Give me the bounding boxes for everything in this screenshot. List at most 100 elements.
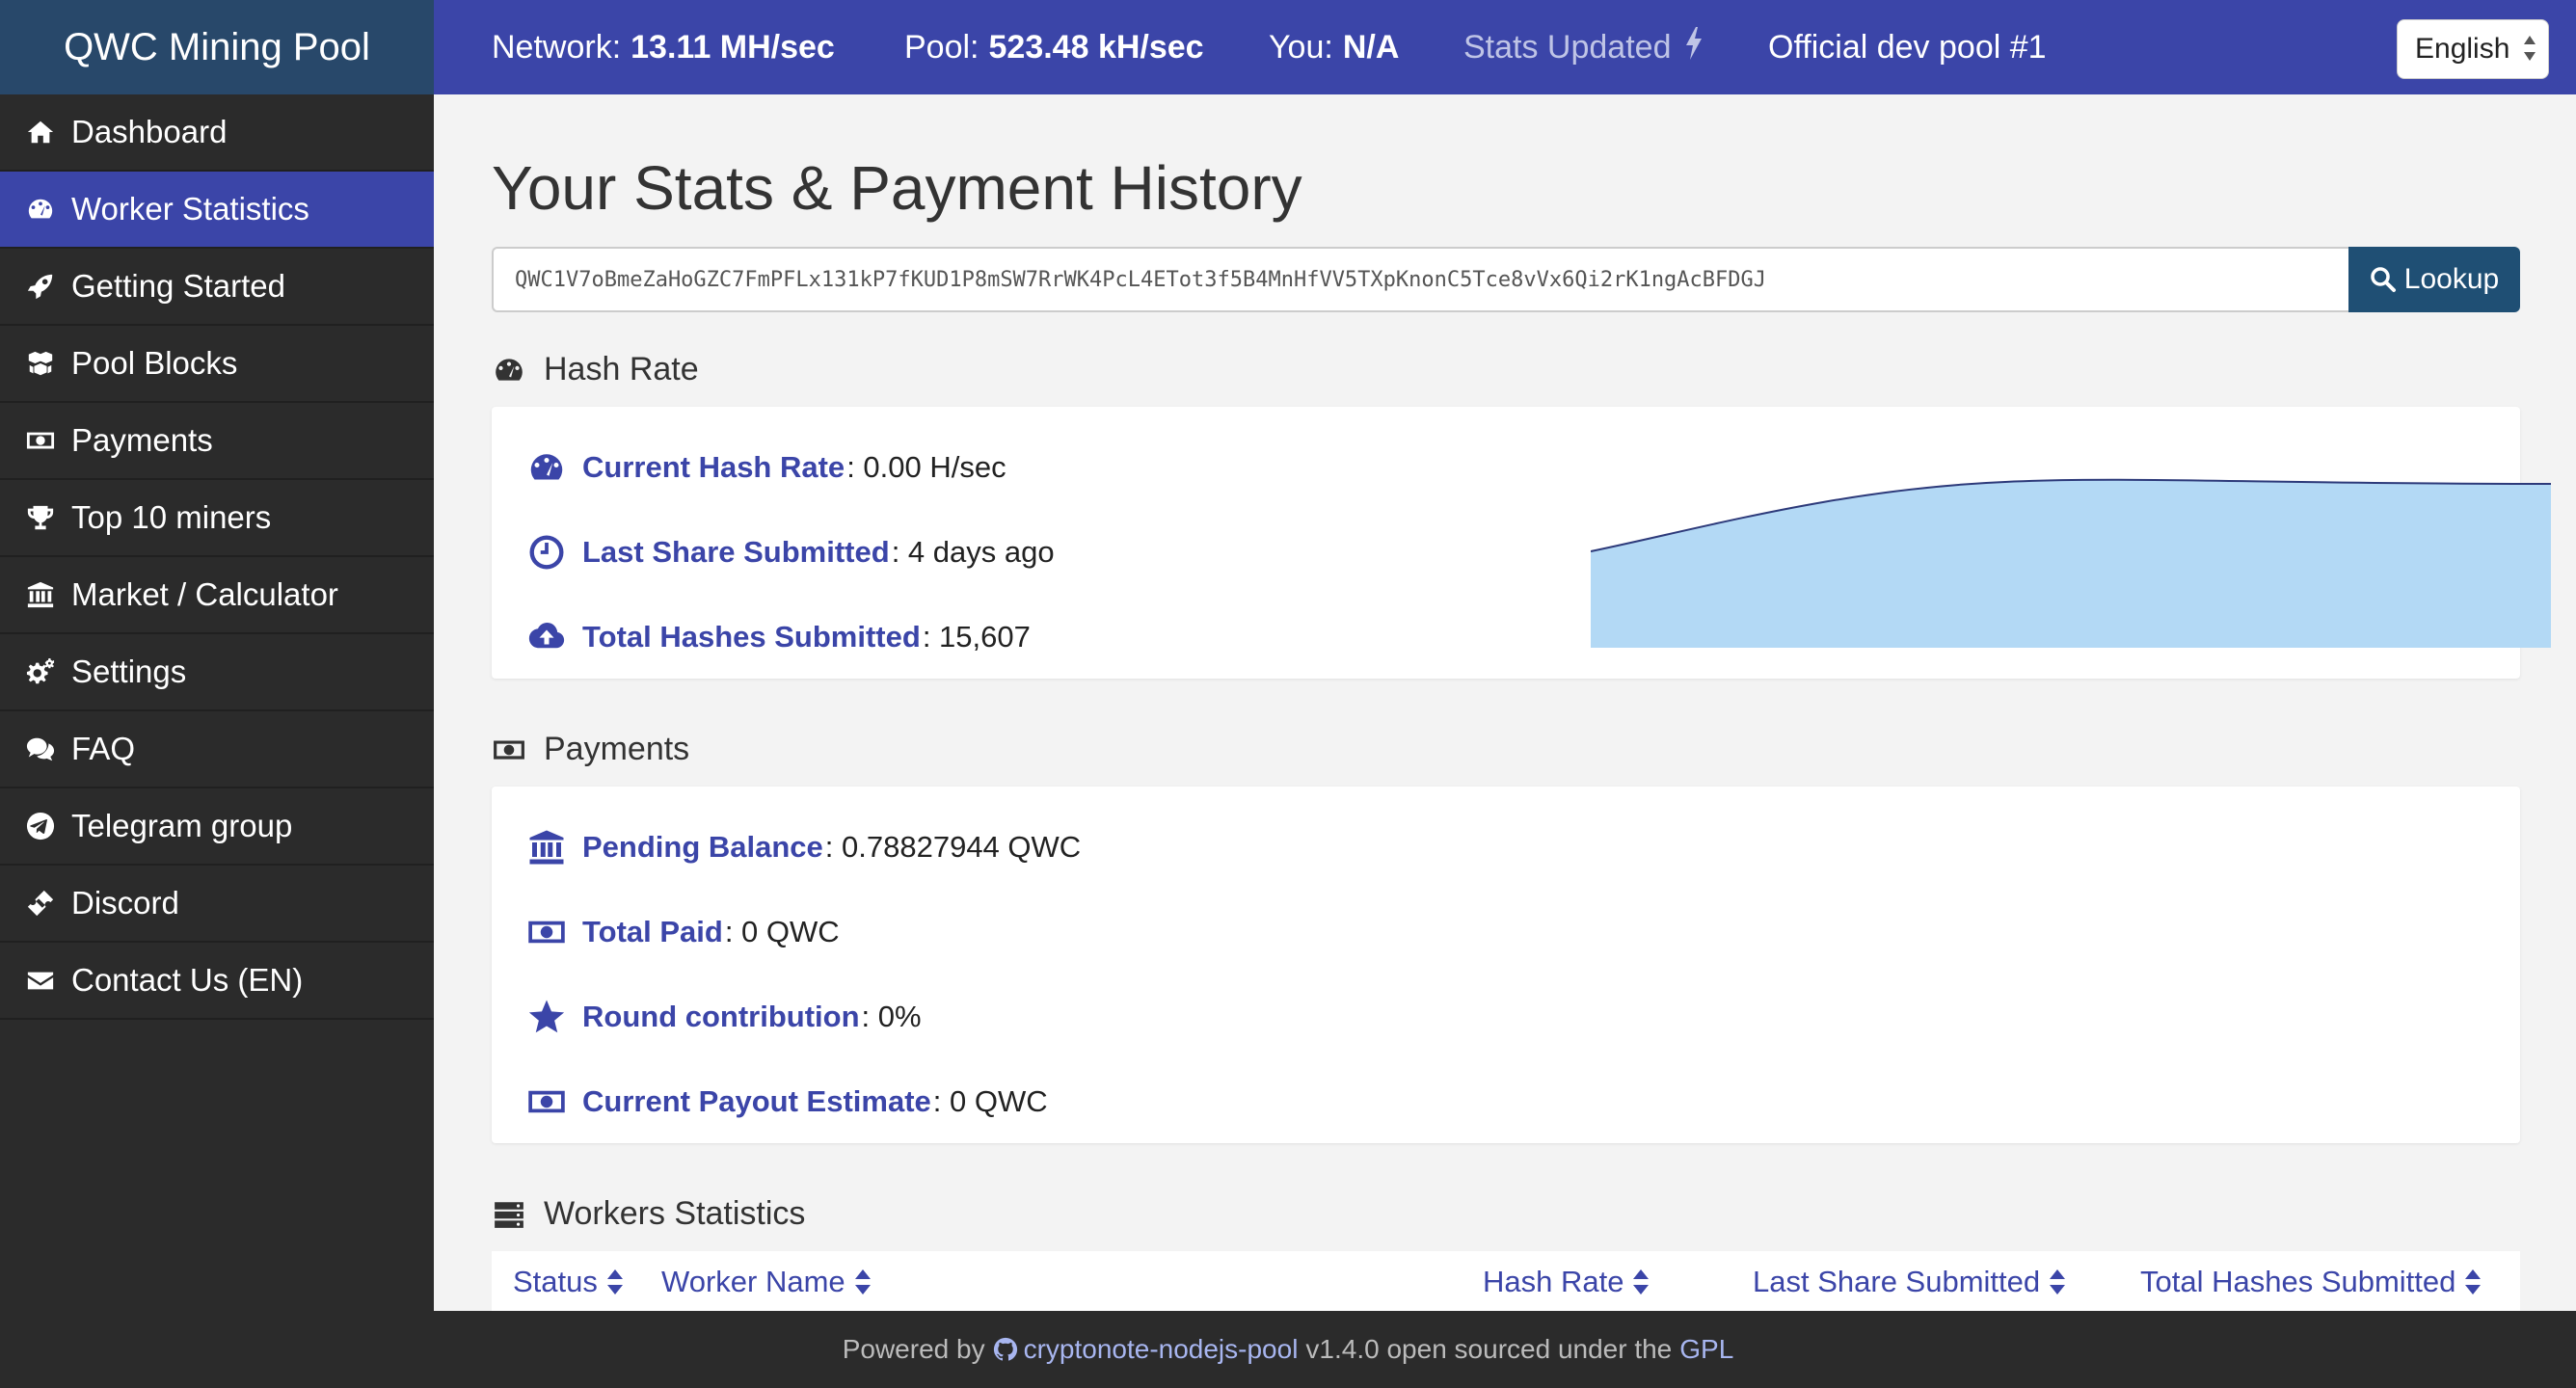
address-lookup-form: QWC1V7oBmeZaHoGZC7FmPFLx131kP7fKUD1P8mSW…	[492, 247, 2520, 312]
column-header-last-share[interactable]: Last Share Submitted	[1753, 1265, 2067, 1299]
telegram-icon	[23, 809, 58, 843]
last-share-label: Last Share Submitted	[582, 535, 890, 569]
sidebar-item-getting-started[interactable]: Getting Started	[0, 249, 434, 326]
dashboard-icon	[524, 445, 569, 490]
top-navbar: QWC Mining Pool Network: 13.11 MH/sec Po…	[0, 0, 2576, 94]
round-contribution-value: : 0%	[861, 1000, 922, 1033]
sidebar-item-payments[interactable]: Payments	[0, 403, 434, 480]
github-icon	[993, 1337, 1017, 1361]
sidebar-item-contact-us[interactable]: Contact Us (EN)	[0, 943, 434, 1020]
sort-icon	[2048, 1268, 2067, 1296]
trophy-icon	[23, 500, 58, 535]
current-hash-rate-label: Current Hash Rate	[582, 450, 845, 484]
column-header-total-hashes[interactable]: Total Hashes Submitted	[2140, 1265, 2482, 1299]
pool-hashrate-stat: Pool: 523.48 kH/sec	[904, 0, 1204, 94]
column-header-label: Hash Rate	[1483, 1265, 1624, 1298]
total-paid-value: : 0 QWC	[724, 915, 840, 948]
payout-estimate-value: : 0 QWC	[932, 1084, 1048, 1118]
network-value: 13.11 MH/sec	[631, 28, 835, 66]
money-icon	[23, 423, 58, 458]
sidebar-item-label: Payments	[71, 422, 213, 458]
sidebar-item-label: Settings	[71, 654, 187, 689]
footer-license-link[interactable]: GPL	[1679, 1334, 1733, 1365]
payments-heading: Payments	[492, 731, 689, 768]
sidebar-item-market-calculator[interactable]: Market / Calculator	[0, 557, 434, 634]
you-label: You:	[1269, 28, 1333, 66]
bank-icon	[23, 577, 58, 612]
sidebar-item-label: Top 10 miners	[71, 499, 272, 535]
cubes-icon	[23, 346, 58, 381]
sidebar-item-label: Market / Calculator	[71, 576, 338, 612]
pending-balance-label: Pending Balance	[582, 830, 823, 864]
stats-updated-label: Stats Updated	[1463, 28, 1672, 66]
footer: Powered by cryptonote-nodejs-pool v1.4.0…	[0, 1311, 2576, 1388]
sidebar-item-label: Contact Us (EN)	[71, 962, 304, 998]
dashboard-icon	[492, 353, 526, 387]
workers-table-header: Status Worker Name Hash Rate Last Share …	[492, 1251, 2520, 1311]
current-hash-rate-row: Current Hash Rate : 0.00 H/sec	[524, 445, 1006, 490]
payments-heading-text: Payments	[544, 731, 690, 767]
sidebar-item-pool-blocks[interactable]: Pool Blocks	[0, 326, 434, 403]
hash-rate-heading-text: Hash Rate	[544, 351, 699, 387]
rocket-icon	[23, 269, 58, 304]
footer-project-link[interactable]: cryptonote-nodejs-pool	[1024, 1334, 1299, 1365]
last-share-value: : 4 days ago	[891, 535, 1055, 569]
payments-card: Pending Balance : 0.78827944 QWC Total P…	[492, 787, 2520, 1143]
clock-icon	[524, 530, 569, 574]
sidebar-item-dashboard[interactable]: Dashboard	[0, 94, 434, 172]
column-header-label: Total Hashes Submitted	[2140, 1265, 2456, 1298]
sort-icon	[605, 1268, 625, 1296]
sparkline-area	[1591, 479, 2551, 648]
pending-balance-row: Pending Balance : 0.78827944 QWC	[524, 825, 1081, 869]
sidebar-item-label: FAQ	[71, 731, 136, 766]
sidebar-item-settings[interactable]: Settings	[0, 634, 434, 711]
sidebar-item-top-10-miners[interactable]: Top 10 miners	[0, 480, 434, 557]
star-icon	[524, 995, 569, 1039]
wallet-address-input[interactable]: QWC1V7oBmeZaHoGZC7FmPFLx131kP7fKUD1P8mSW…	[492, 247, 2348, 312]
you-value: N/A	[1342, 28, 1400, 66]
sort-icon	[1631, 1268, 1650, 1296]
sort-icon	[853, 1268, 872, 1296]
sidebar-item-label: Telegram group	[71, 808, 293, 843]
hash-rate-heading: Hash Rate	[492, 351, 699, 388]
round-contribution-label: Round contribution	[582, 1000, 860, 1033]
pool-value: 523.48 kH/sec	[988, 28, 1204, 66]
total-paid-row: Total Paid : 0 QWC	[524, 910, 840, 954]
cloud-upload-icon	[524, 615, 569, 659]
column-header-worker-name[interactable]: Worker Name	[661, 1265, 872, 1299]
official-pool-label[interactable]: Official dev pool #1	[1768, 0, 2047, 94]
your-hashrate-stat: You: N/A	[1269, 0, 1399, 94]
workers-statistics-heading: Workers Statistics	[492, 1195, 805, 1233]
server-icon	[492, 1197, 526, 1232]
lookup-label: Lookup	[2403, 263, 2500, 295]
dashboard-icon	[23, 192, 58, 227]
page-title: Your Stats & Payment History	[492, 153, 1302, 223]
sidebar-item-telegram-group[interactable]: Telegram group	[0, 788, 434, 866]
sort-icon	[2463, 1268, 2482, 1296]
sidebar-item-faq[interactable]: FAQ	[0, 711, 434, 788]
total-paid-label: Total Paid	[582, 915, 723, 948]
search-icon	[2371, 267, 2396, 292]
language-select[interactable]: English	[2397, 19, 2549, 79]
language-value: English	[2415, 33, 2510, 65]
ticket-icon	[23, 886, 58, 921]
column-header-status[interactable]: Status	[513, 1265, 625, 1299]
sidebar-item-label: Worker Statistics	[71, 191, 309, 227]
payout-estimate-row: Current Payout Estimate : 0 QWC	[524, 1080, 1048, 1124]
sidebar: Dashboard Worker Statistics Getting Star…	[0, 94, 434, 1311]
hash-rate-sparkline-chart	[1591, 478, 2551, 648]
total-hashes-row: Total Hashes Submitted : 15,607	[524, 615, 1031, 659]
official-pool-text: Official dev pool #1	[1768, 28, 2047, 66]
sidebar-item-discord[interactable]: Discord	[0, 866, 434, 943]
sidebar-item-worker-statistics[interactable]: Worker Statistics	[0, 172, 434, 249]
hash-rate-card: Current Hash Rate : 0.00 H/sec Last Shar…	[492, 407, 2551, 679]
column-header-hash-rate[interactable]: Hash Rate	[1483, 1265, 1650, 1299]
stats-updated-indicator: Stats Updated	[1463, 0, 1704, 94]
network-hashrate-stat: Network: 13.11 MH/sec	[492, 0, 835, 94]
workers-statistics-heading-text: Workers Statistics	[544, 1195, 806, 1232]
lookup-button[interactable]: Lookup	[2348, 247, 2520, 312]
payout-estimate-label: Current Payout Estimate	[582, 1084, 931, 1118]
home-icon	[23, 115, 58, 149]
money-icon	[524, 910, 569, 954]
brand-logo[interactable]: QWC Mining Pool	[0, 0, 434, 94]
